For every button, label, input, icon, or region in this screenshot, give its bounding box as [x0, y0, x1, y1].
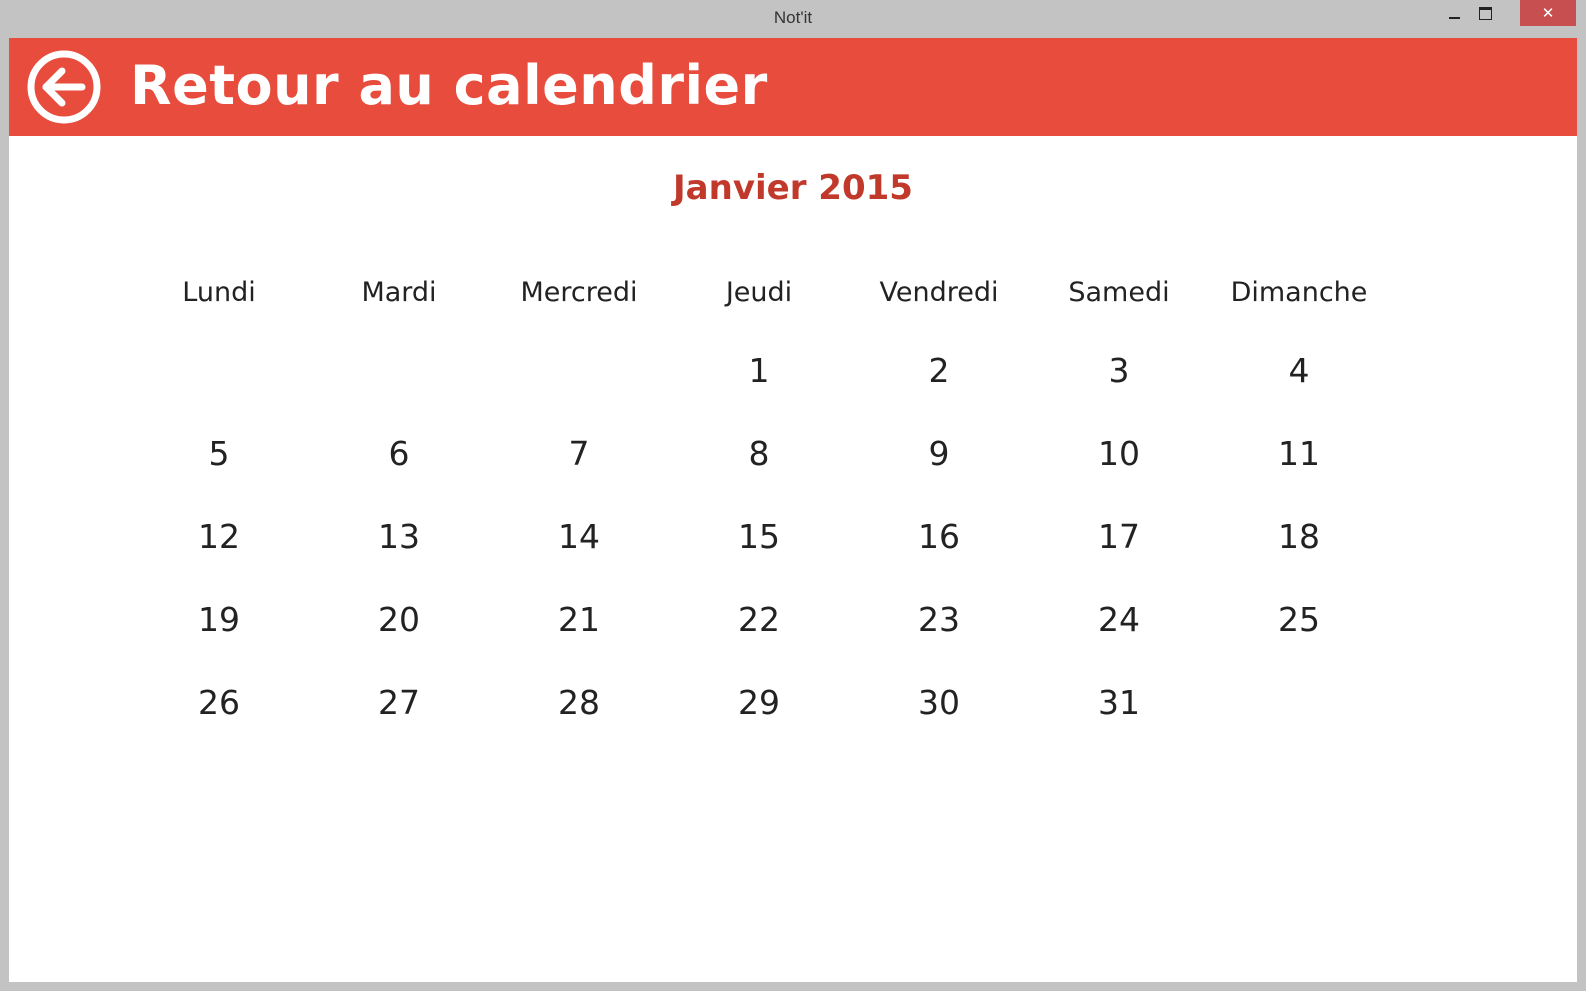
minimize-icon: [1448, 17, 1460, 19]
day-cell[interactable]: 15: [669, 512, 849, 595]
day-cell[interactable]: 6: [309, 429, 489, 512]
day-cell[interactable]: 19: [129, 595, 309, 678]
weekday-label: Samedi: [1068, 277, 1170, 308]
day-cell[interactable]: 12: [129, 512, 309, 595]
weekday-label: Mardi: [361, 277, 437, 308]
day-cell[interactable]: 14: [489, 512, 669, 595]
header-bar: Retour au calendrier: [9, 38, 1577, 136]
window-title: Not'it: [773, 8, 813, 27]
back-button[interactable]: [26, 49, 102, 125]
close-icon: ✕: [1541, 4, 1555, 22]
day-cell[interactable]: 25: [1209, 595, 1389, 678]
weekday-label: Jeudi: [725, 277, 793, 308]
day-cell[interactable]: 27: [309, 678, 489, 761]
weekday-label: Dimanche: [1230, 277, 1368, 308]
day-cell[interactable]: 1: [669, 346, 849, 429]
day-cell[interactable]: 9: [849, 429, 1029, 512]
day-cell[interactable]: 2: [849, 346, 1029, 429]
day-cell[interactable]: 5: [129, 429, 309, 512]
back-to-calendar-label[interactable]: Retour au calendrier: [130, 54, 768, 118]
day-cell[interactable]: 11: [1209, 429, 1389, 512]
day-cell[interactable]: 3: [1029, 346, 1209, 429]
day-cell[interactable]: 8: [669, 429, 849, 512]
maximize-button[interactable]: [1470, 0, 1500, 26]
month-title: Janvier 2015: [673, 168, 913, 208]
day-cell[interactable]: 26: [129, 678, 309, 761]
day-cell[interactable]: 4: [1209, 346, 1389, 429]
minimize-button[interactable]: [1440, 0, 1468, 26]
weekday-label: Lundi: [182, 277, 256, 308]
weekday-label: Vendredi: [879, 277, 999, 308]
app-window: Not'it ✕ Retour au calendrier Janvier 20…: [0, 0, 1586, 991]
day-cell[interactable]: 31: [1029, 678, 1209, 761]
day-cell[interactable]: 7: [489, 429, 669, 512]
week-row: 12 13 14 15 16 17 18: [129, 512, 1389, 595]
day-cell[interactable]: 24: [1029, 595, 1209, 678]
week-row: 1 2 3 4: [129, 346, 1389, 429]
day-cell[interactable]: 28: [489, 678, 669, 761]
weekday-header-row: Lundi Mardi Mercredi Jeudi Vendredi Same…: [129, 268, 1389, 318]
day-cell: [309, 346, 489, 429]
day-cell[interactable]: 20: [309, 595, 489, 678]
week-row: 5 6 7 8 9 10 11: [129, 429, 1389, 512]
day-cell[interactable]: 13: [309, 512, 489, 595]
day-cell[interactable]: 30: [849, 678, 1029, 761]
day-cell[interactable]: 29: [669, 678, 849, 761]
weekday-label: Mercredi: [520, 277, 638, 308]
arrow-left-circle-icon: [27, 50, 101, 124]
calendar-grid: Lundi Mardi Mercredi Jeudi Vendredi Same…: [129, 268, 1389, 761]
day-cell: [489, 346, 669, 429]
day-cell[interactable]: 22: [669, 595, 849, 678]
day-cell: [129, 346, 309, 429]
close-button[interactable]: ✕: [1520, 0, 1576, 26]
day-cell[interactable]: 10: [1029, 429, 1209, 512]
week-row: 26 27 28 29 30 31: [129, 678, 1389, 761]
title-bar[interactable]: Not'it ✕: [0, 0, 1586, 38]
app-content: Retour au calendrier Janvier 2015 Lundi …: [9, 38, 1577, 982]
day-cell[interactable]: 17: [1029, 512, 1209, 595]
day-cell[interactable]: 18: [1209, 512, 1389, 595]
week-row: 19 20 21 22 23 24 25: [129, 595, 1389, 678]
day-cell[interactable]: 16: [849, 512, 1029, 595]
maximize-icon: [1478, 6, 1492, 20]
day-cell[interactable]: 23: [849, 595, 1029, 678]
day-cell: [1209, 678, 1389, 761]
day-cell[interactable]: 21: [489, 595, 669, 678]
